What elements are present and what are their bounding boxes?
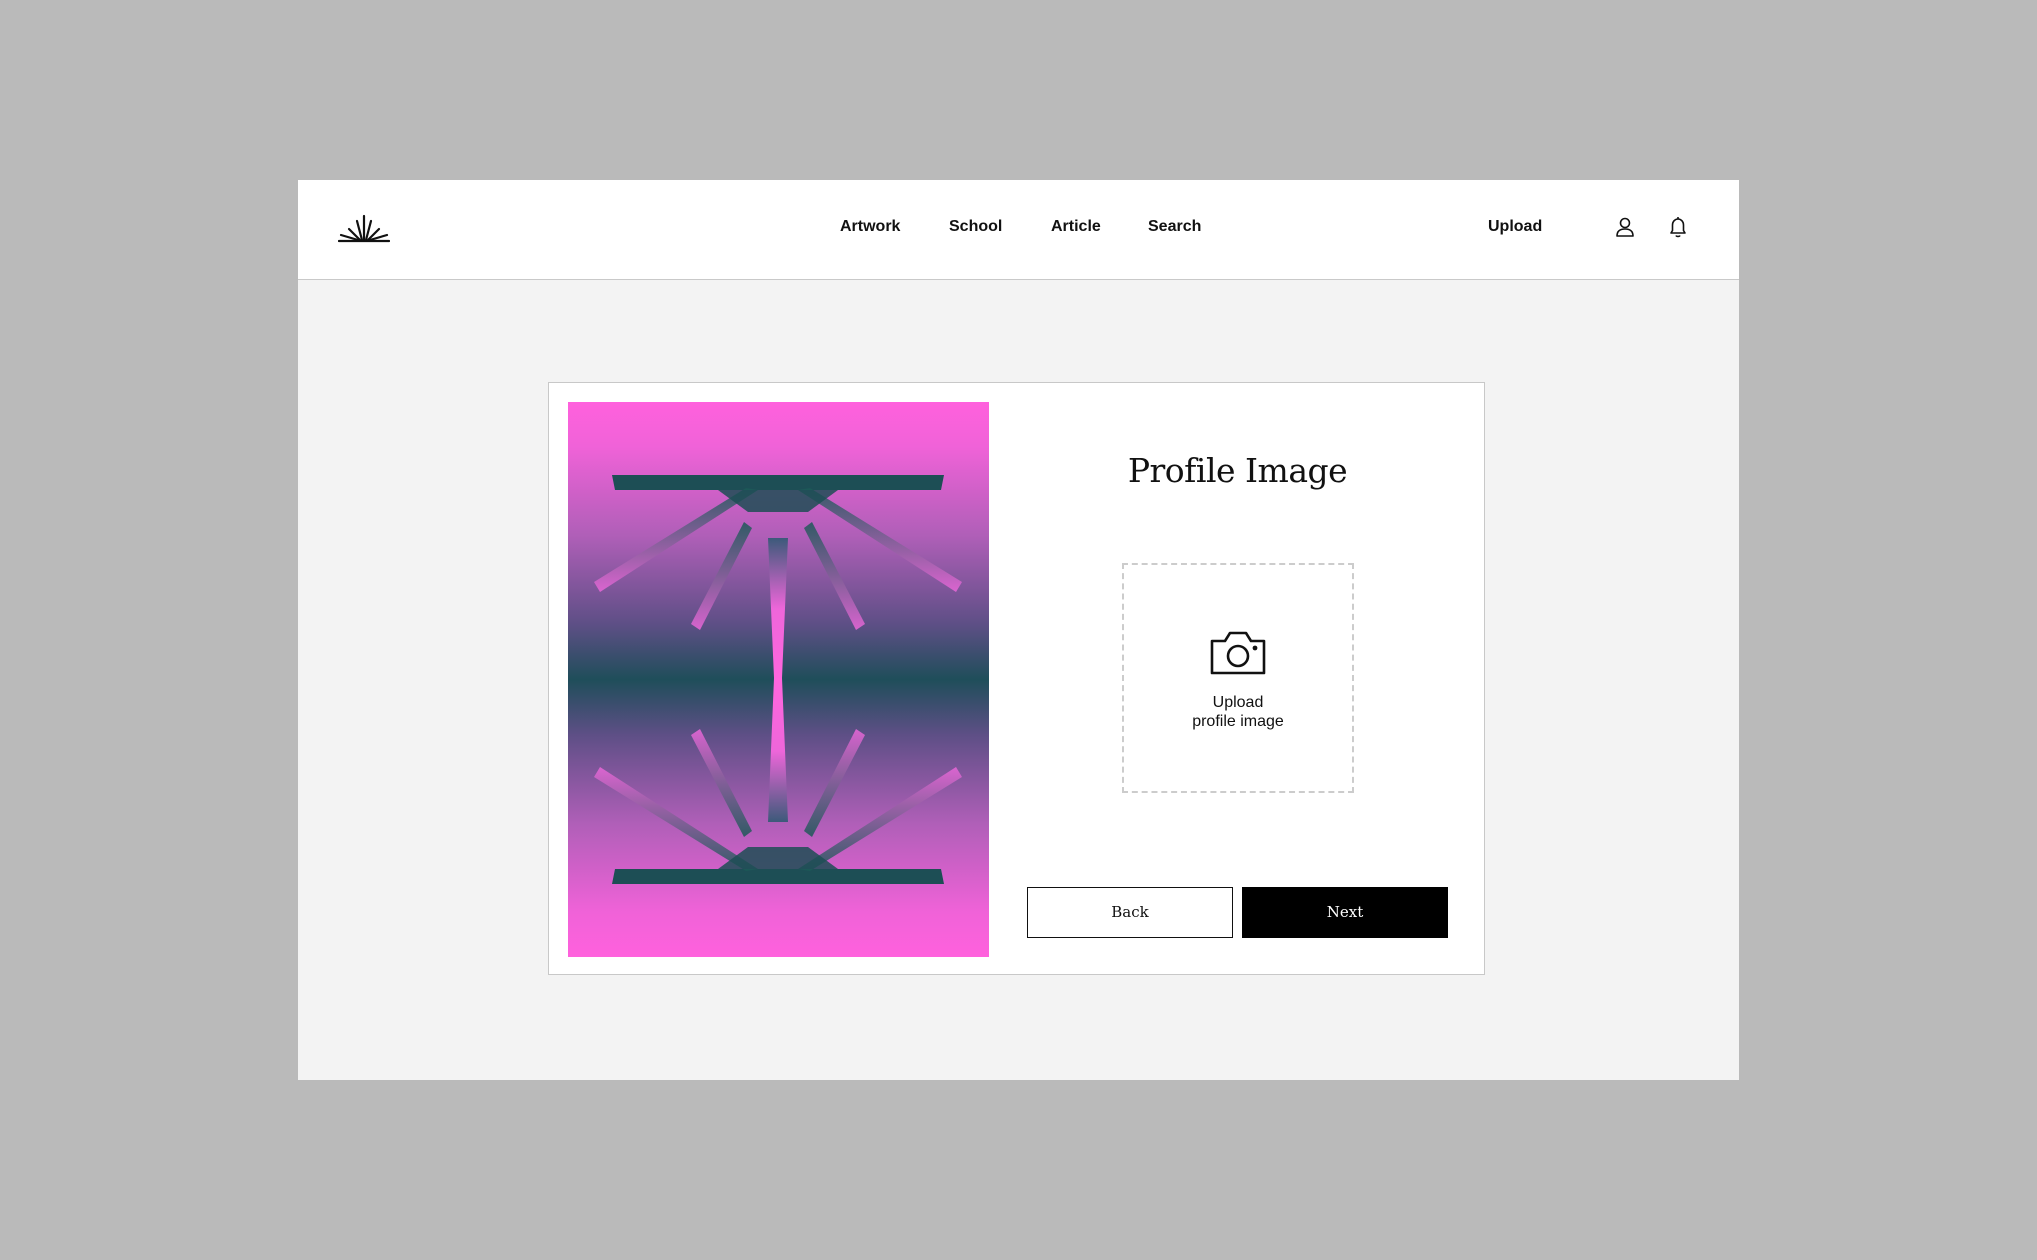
top-navbar: Artwork School Article Search Upload bbox=[298, 180, 1739, 280]
upload-instructions: Upload profile image bbox=[1124, 693, 1352, 731]
upload-profile-image-dropzone[interactable]: Upload profile image bbox=[1122, 563, 1354, 793]
next-button[interactable]: Next bbox=[1242, 887, 1448, 938]
back-button[interactable]: Back bbox=[1027, 887, 1233, 938]
sunburst-artwork-graphic bbox=[594, 475, 962, 884]
upload-label-line2: profile image bbox=[1192, 713, 1284, 730]
camera-icon bbox=[1210, 631, 1266, 675]
app-window: Artwork School Article Search Upload Pro… bbox=[298, 180, 1739, 1080]
upload-label-line1: Upload bbox=[1212, 694, 1264, 711]
nav-upload[interactable]: Upload bbox=[1488, 217, 1542, 237]
nav-school[interactable]: School bbox=[949, 217, 1002, 237]
nav-article[interactable]: Article bbox=[1051, 217, 1101, 237]
user-icon[interactable] bbox=[1613, 215, 1637, 239]
bell-icon[interactable] bbox=[1666, 215, 1690, 239]
sunburst-logo[interactable] bbox=[338, 213, 390, 245]
page-title: Profile Image bbox=[1127, 451, 1348, 490]
nav-artwork[interactable]: Artwork bbox=[840, 217, 900, 237]
profile-image-dialog: Profile Image Upload profile image Back … bbox=[548, 382, 1485, 975]
nav-search[interactable]: Search bbox=[1148, 217, 1201, 237]
artwork-image bbox=[568, 402, 989, 957]
